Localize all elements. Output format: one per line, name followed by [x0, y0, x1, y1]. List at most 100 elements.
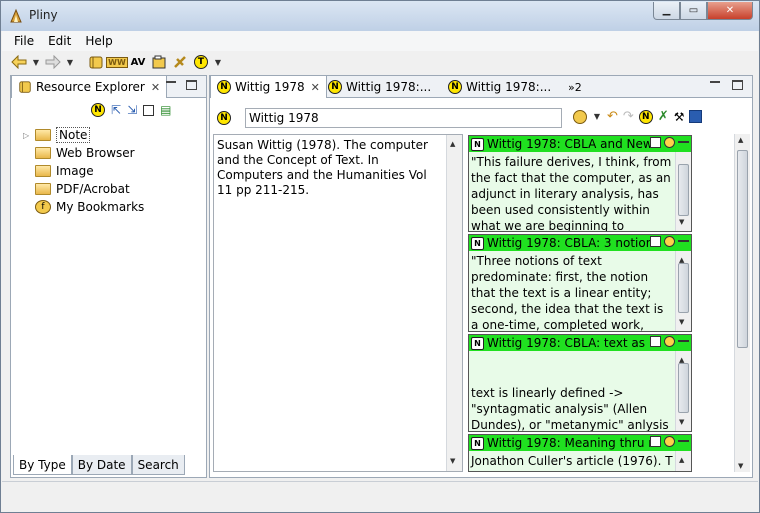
note-card[interactable]: N Wittig 1978: Meaning thru r... Jonatho… [468, 434, 692, 472]
import-icon[interactable]: ⇲ [127, 103, 137, 117]
delete-note-icon[interactable]: ✗ [658, 109, 669, 124]
open-note-icon[interactable] [650, 236, 661, 247]
scroll-thumb[interactable] [678, 164, 689, 216]
close-button[interactable]: ✕ [707, 2, 753, 20]
note-scrollbar[interactable]: ▲ ▼ [675, 351, 691, 431]
scroll-up-icon[interactable]: ▲ [738, 136, 743, 144]
scroll-down-icon[interactable]: ▼ [450, 454, 455, 469]
notes-area-scrollbar[interactable]: ▲ ▼ [734, 134, 750, 472]
tag-icon[interactable] [664, 236, 675, 247]
tree-item-note[interactable]: ▷ Note [23, 126, 144, 144]
scroll-down-icon[interactable]: ▼ [738, 462, 743, 470]
maximize-icon: ▭ [688, 5, 699, 16]
note-card-header[interactable]: N Wittig 1978: CBLA: 3 notions [469, 235, 691, 251]
tree-item-my-bookmarks[interactable]: f My Bookmarks [23, 198, 144, 216]
t-label: T [194, 55, 208, 69]
open-note-icon[interactable] [650, 436, 661, 447]
note-scrollbar[interactable]: ▼ [675, 152, 691, 231]
image-icon[interactable] [150, 53, 168, 71]
note-card-header[interactable]: N Wittig 1978: CBLA and New ... [469, 136, 691, 152]
note-icon: N [471, 236, 484, 250]
note-card-header[interactable]: N Wittig 1978: CBLA: text as lin... [469, 335, 691, 351]
scroll-down-icon[interactable]: ▼ [679, 214, 684, 230]
note-card[interactable]: N Wittig 1978: CBLA: 3 notions "Three no… [468, 234, 692, 332]
open-note-icon[interactable] [650, 137, 661, 148]
save-icon[interactable] [689, 110, 703, 123]
tab-wittig-1978-note-a[interactable]: N Wittig 1978:... [322, 76, 437, 98]
tab-resource-explorer[interactable]: Resource Explorer ✕ [11, 76, 168, 98]
note-card[interactable]: N Wittig 1978: CBLA and New ... "This fa… [468, 135, 692, 232]
tab-wittig-1978-note-b[interactable]: N Wittig 1978:... [442, 76, 557, 98]
note-card[interactable]: N Wittig 1978: CBLA: text as lin... text… [468, 334, 692, 432]
minimize-note-icon[interactable] [678, 141, 689, 143]
tag-icon[interactable] [664, 336, 675, 347]
note-card-controls [650, 137, 689, 148]
filter-icon[interactable]: ▤ [160, 103, 171, 117]
menu-edit[interactable]: Edit [48, 34, 71, 48]
tree-item-web-browser[interactable]: Web Browser [23, 144, 144, 162]
forward-dropdown-icon[interactable]: ▼ [65, 58, 75, 67]
annotate-icon[interactable]: ⚒ [674, 110, 685, 124]
tag-dropdown-icon[interactable]: ▼ [592, 112, 602, 121]
resource-tree: ▷ Note Web Browser Image PDF/Acrobat f M… [23, 126, 144, 216]
note-scrollbar[interactable]: ▲ [675, 451, 691, 471]
menu-file[interactable]: File [14, 34, 34, 48]
scroll-down-icon[interactable]: ▼ [679, 314, 684, 330]
maximize-panel-icon[interactable] [186, 80, 197, 90]
tree-item-image[interactable]: Image [23, 162, 144, 180]
scroll-up-icon[interactable]: ▲ [679, 452, 684, 468]
scroll-thumb[interactable] [737, 150, 748, 348]
view-mode-tabs: By Type By Date Search [13, 455, 185, 475]
forward-arrow-icon[interactable] [44, 53, 62, 71]
menu-help[interactable]: Help [85, 34, 112, 48]
note-card-header[interactable]: N Wittig 1978: Meaning thru r... [469, 435, 691, 451]
resource-name-field[interactable] [245, 108, 562, 128]
close-icon[interactable]: ✕ [151, 81, 160, 94]
maximize-panel-icon[interactable] [732, 80, 743, 90]
minimize-note-icon[interactable] [678, 440, 689, 442]
scroll-thumb[interactable] [678, 263, 689, 313]
collapse-icon[interactable] [143, 105, 155, 116]
tag-icon[interactable] [573, 109, 587, 124]
tree-item-pdf-acrobat[interactable]: PDF/Acrobat [23, 180, 144, 198]
scroll-down-icon[interactable]: ▼ [679, 414, 684, 430]
scroll-up-icon[interactable]: ▲ [450, 137, 455, 152]
web-icon[interactable]: WW [106, 53, 128, 71]
note-card-text: "Three notions of text predominate: firs… [471, 254, 664, 331]
note-scrollbar[interactable]: ▲ ▼ [675, 251, 691, 331]
tab-search[interactable]: Search [131, 455, 185, 475]
minimize-button[interactable]: ▁ [653, 2, 680, 20]
undo-icon[interactable]: ↶ [607, 109, 618, 124]
tab-overflow[interactable]: »2 [562, 76, 588, 98]
link-icon[interactable] [171, 53, 189, 71]
title-bar[interactable]: Pliny ▁ ▭ ✕ [1, 1, 759, 31]
scroll-thumb[interactable] [678, 363, 689, 413]
back-dropdown-icon[interactable]: ▼ [31, 58, 41, 67]
tag-icon[interactable] [664, 137, 675, 148]
reference-scrollbar[interactable]: ▲ ▼ [446, 135, 462, 471]
minimize-note-icon[interactable] [678, 240, 689, 242]
main-toolbar: ▼ ▼ WW AV T ▼ [2, 51, 758, 73]
minimize-panel-icon[interactable] [710, 81, 720, 91]
close-icon[interactable]: ✕ [311, 81, 320, 94]
tag-icon[interactable] [664, 436, 675, 447]
export-icon[interactable]: ⇱ [111, 103, 121, 117]
back-arrow-icon[interactable] [10, 53, 28, 71]
minimize-note-icon[interactable] [678, 340, 689, 342]
tab-wittig-1978[interactable]: N Wittig 1978 ✕ [210, 76, 327, 98]
resource-icon[interactable] [87, 53, 105, 71]
redo-icon[interactable]: ↷ [623, 109, 634, 124]
av-icon[interactable]: AV [129, 53, 147, 71]
tab-by-date[interactable]: By Date [71, 455, 132, 475]
maximize-button[interactable]: ▭ [680, 2, 707, 20]
minimize-panel-icon[interactable] [166, 81, 176, 91]
new-note-icon[interactable]: N [638, 109, 653, 124]
tag-dropdown-icon[interactable]: ▼ [213, 58, 223, 67]
reference-text-area[interactable]: Susan Wittig (1978). The computer and th… [213, 134, 463, 472]
note-card-text: Jonathon Culler's article (1976). T ... … [471, 454, 673, 471]
tag-icon[interactable]: T [192, 53, 210, 71]
open-note-icon[interactable] [650, 336, 661, 347]
expand-triangle-icon[interactable]: ▷ [23, 131, 35, 140]
tab-by-type[interactable]: By Type [13, 455, 72, 475]
new-note-icon[interactable]: N [91, 103, 105, 117]
